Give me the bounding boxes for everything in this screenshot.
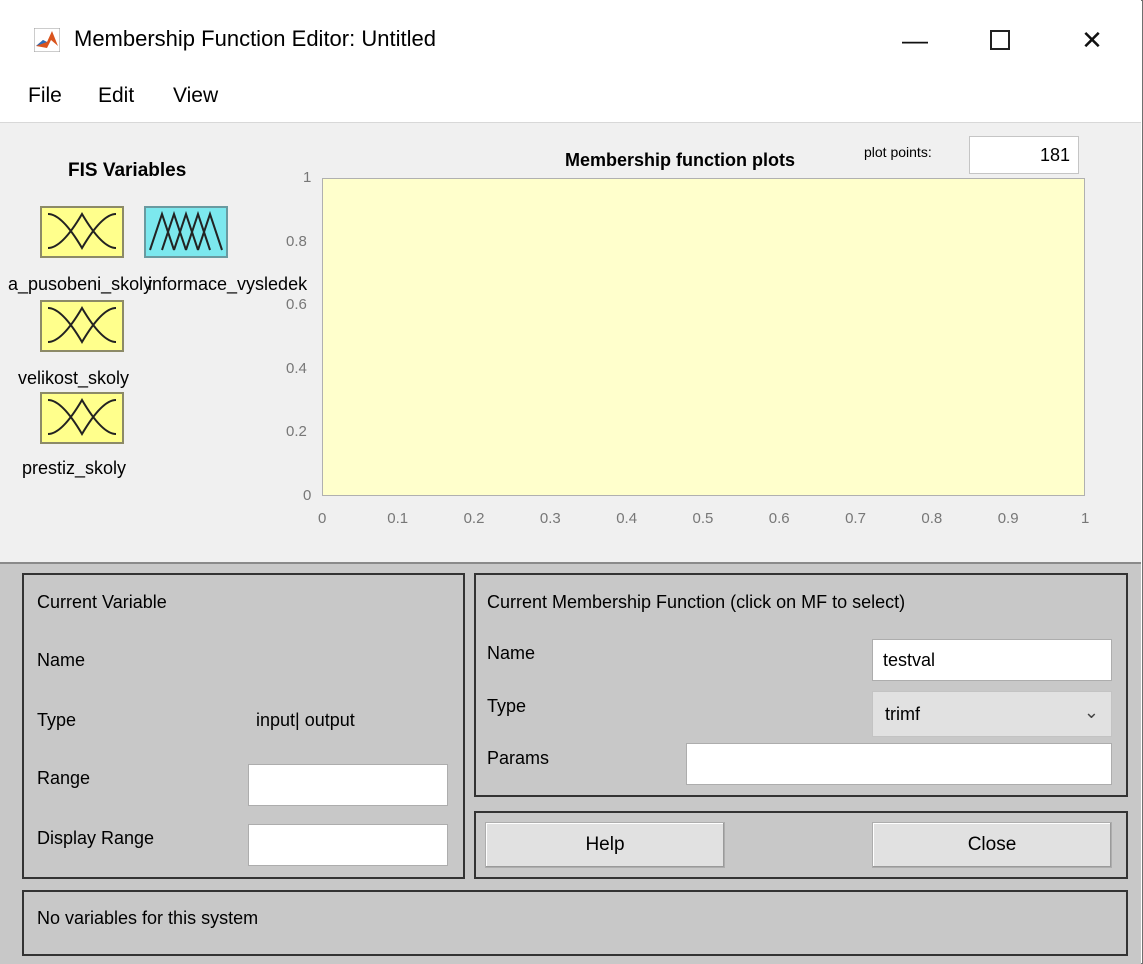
current-variable-title: Current Variable xyxy=(37,592,167,612)
variable-type-value: input| output xyxy=(256,710,355,730)
y-tick-label: 1 xyxy=(303,169,312,186)
plot-title: Membership function plots xyxy=(565,150,796,170)
y-tick-label: 0 xyxy=(303,487,312,504)
minimize-button[interactable]: — xyxy=(885,18,945,62)
variable-icon-pa-pusobeni-skoly[interactable] xyxy=(40,206,124,258)
menu-edit[interactable]: Edit xyxy=(98,84,134,108)
status-message: No variables for this system xyxy=(37,908,259,928)
minimize-icon: — xyxy=(902,24,928,55)
x-tick-label: 0 xyxy=(318,510,327,527)
x-tick-label: 0.7 xyxy=(845,510,866,527)
chevron-down-icon: ⌄ xyxy=(1083,702,1099,722)
x-tick-label: 0.1 xyxy=(387,510,409,527)
menu-file[interactable]: File xyxy=(28,84,62,108)
triangular-membership-icon xyxy=(149,210,223,251)
x-tick-label: 0.9 xyxy=(997,510,1019,527)
mf-type-select[interactable]: trimf ⌄ xyxy=(872,691,1112,737)
variable-label-right: informace_vysledek xyxy=(148,274,308,294)
variable-range-label: Range xyxy=(37,768,91,788)
variable-name-label: Name xyxy=(37,650,86,670)
mf-type-label: Type xyxy=(487,696,527,716)
membership-plot-axes[interactable] xyxy=(322,178,1085,496)
membership-curve-icon xyxy=(47,398,117,436)
variable-type-label: Type xyxy=(37,710,77,730)
x-tick-label: 0.6 xyxy=(768,510,790,527)
maximize-icon xyxy=(990,30,1010,50)
x-tick-label: 1 xyxy=(1081,510,1090,527)
y-tick-label: 0.6 xyxy=(286,296,307,314)
x-tick-label: 0.8 xyxy=(921,510,943,527)
variable-label-left: a_pusobeni_skoly xyxy=(8,274,153,294)
mf-params-input[interactable] xyxy=(686,743,1112,785)
membership-curve-icon xyxy=(47,212,117,250)
current-mf-title: Current Membership Function (click on MF… xyxy=(487,592,906,612)
variable-range-input[interactable] xyxy=(248,764,448,806)
matlab-logo-icon xyxy=(34,28,60,52)
plot-points-label: plot points: xyxy=(864,144,932,160)
mf-name-input[interactable]: testval xyxy=(872,639,1112,681)
window-title: Membership Function Editor: Untitled xyxy=(74,26,436,51)
menu-view[interactable]: View xyxy=(173,84,218,108)
variable-icon-informace-vysledek[interactable] xyxy=(144,206,228,258)
plot-points-input[interactable]: 181 xyxy=(969,136,1079,174)
close-icon: ✕ xyxy=(1081,24,1103,55)
close-button[interactable]: Close xyxy=(872,822,1112,868)
menu-bar xyxy=(0,78,1141,122)
membership-curve-icon xyxy=(47,306,117,344)
variable-icon-velikost-skoly[interactable] xyxy=(40,300,124,352)
variable-label-prestiz-skoly: prestiz_skoly xyxy=(22,458,127,478)
y-tick-label: 0.8 xyxy=(286,232,307,250)
help-button[interactable]: Help xyxy=(485,822,725,868)
close-window-button[interactable]: ✕ xyxy=(1062,18,1122,62)
mf-name-label: Name xyxy=(487,643,536,663)
mf-params-label: Params xyxy=(487,748,550,768)
fis-variables-title: FIS Variables xyxy=(68,160,187,181)
maximize-button[interactable] xyxy=(970,18,1030,62)
x-tick-label: 0.4 xyxy=(616,510,638,527)
y-tick-label: 0.2 xyxy=(286,423,307,441)
mf-type-value: trimf xyxy=(885,704,920,724)
x-tick-label: 0.5 xyxy=(692,510,714,527)
x-tick-label: 0.2 xyxy=(463,510,485,527)
display-range-input[interactable] xyxy=(248,824,448,866)
variable-icon-prestiz-skoly[interactable] xyxy=(40,392,124,444)
display-range-label: Display Range xyxy=(37,828,155,848)
variable-label-velikost-skoly: velikost_skoly xyxy=(18,368,130,388)
x-tick-label: 0.3 xyxy=(539,510,561,527)
y-tick-label: 0.4 xyxy=(286,359,307,377)
